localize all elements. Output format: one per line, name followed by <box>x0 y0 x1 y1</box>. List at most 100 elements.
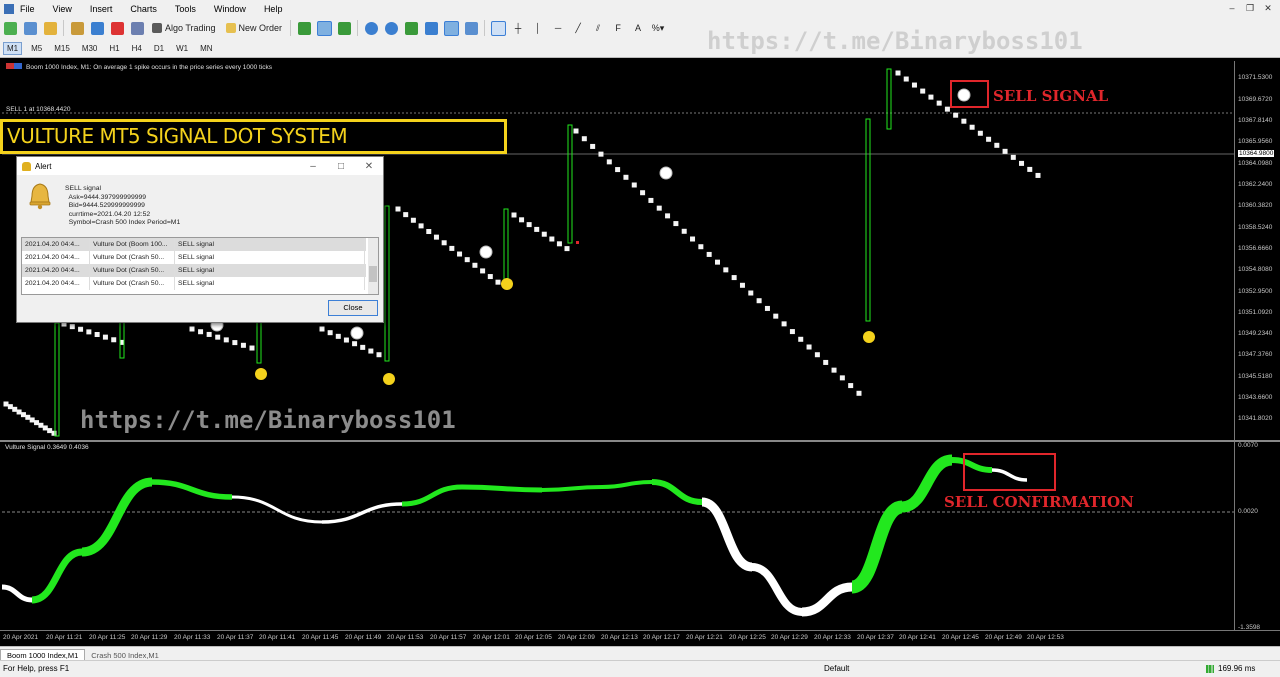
chart-shift-icon[interactable] <box>443 20 459 36</box>
crosshair-icon[interactable]: ┼ <box>510 20 526 36</box>
list-item[interactable]: 2021.04.20 04:4... Vulture Dot (Boom 100… <box>22 238 366 251</box>
alert-list[interactable]: 2021.04.20 04:4... Vulture Dot (Boom 100… <box>21 237 379 295</box>
vertical-line-icon[interactable]: │ <box>530 20 546 36</box>
indicator-ribbon <box>651 479 703 505</box>
menu-view[interactable]: View <box>53 4 72 14</box>
minimize-icon[interactable]: – <box>299 161 327 172</box>
close-window-icon[interactable]: ✕ <box>1262 2 1274 14</box>
fibonacci-icon[interactable]: F <box>610 20 626 36</box>
timeframe-m1[interactable]: M1 <box>3 41 23 55</box>
menu-window[interactable]: Window <box>214 4 246 14</box>
price-label: 10351.0920 <box>1238 309 1273 316</box>
zoom-in-icon[interactable] <box>363 20 379 36</box>
timeframe-m15[interactable]: M15 <box>51 43 73 54</box>
alert-dialog[interactable]: Alert – □ ✕ SELL signal Ask=9444.3979999… <box>16 156 384 323</box>
price-dot <box>7 404 13 410</box>
time-label: 20 Apr 12:53 <box>1027 634 1064 641</box>
price-dot <box>856 390 862 396</box>
price-dot <box>480 268 486 274</box>
status-profile: Default <box>824 664 850 673</box>
trendline-icon[interactable]: ╱ <box>570 20 586 36</box>
terminal-icon[interactable] <box>109 20 125 36</box>
cursor-icon[interactable] <box>490 20 506 36</box>
price-dot <box>698 244 704 250</box>
timeframe-m5[interactable]: M5 <box>28 43 45 54</box>
price-dot <box>240 342 246 348</box>
bar-chart-icon[interactable] <box>296 20 312 36</box>
price-dot <box>928 94 934 100</box>
price-dot <box>681 228 687 234</box>
autoscroll-icon[interactable] <box>423 20 439 36</box>
close-icon[interactable]: ✕ <box>355 161 383 172</box>
price-dot <box>86 329 92 335</box>
navigator-icon[interactable] <box>89 20 105 36</box>
close-button[interactable]: Close <box>328 300 378 316</box>
timeframe-m30[interactable]: M30 <box>79 43 101 54</box>
list-scrollbar[interactable] <box>368 238 378 294</box>
minimize-icon[interactable]: – <box>1226 2 1238 14</box>
list-item[interactable]: 2021.04.20 04:4... Vulture Dot (Crash 50… <box>22 277 366 290</box>
indicator-label: 0.0070 <box>1238 442 1258 449</box>
market-watch-icon[interactable] <box>42 20 58 36</box>
channel-icon[interactable]: ⫽ <box>590 20 606 36</box>
restore-icon[interactable]: ❐ <box>1244 2 1256 14</box>
shapes-icon[interactable]: % ▾ <box>650 20 666 36</box>
menu-insert[interactable]: Insert <box>90 4 113 14</box>
price-dot <box>706 251 712 257</box>
strategy-icon[interactable] <box>69 20 85 36</box>
indicators-icon[interactable] <box>463 20 479 36</box>
timeframe-h1[interactable]: H1 <box>106 43 122 54</box>
alert-time: 2021.04.20 04:4... <box>22 251 90 264</box>
alert-text: SELL signal <box>175 238 365 251</box>
timeframe-w1[interactable]: W1 <box>173 43 191 54</box>
price-dot <box>1027 166 1033 172</box>
time-axis[interactable]: 20 Apr 2021 20 Apr 11:21 20 Apr 11:25 20… <box>0 630 1280 647</box>
spike-candle <box>567 124 573 244</box>
alert-titlebar[interactable]: Alert – □ ✕ <box>17 157 383 175</box>
price-dot <box>368 348 374 354</box>
time-label: 20 Apr 11:21 <box>46 634 83 641</box>
price-dot <box>34 420 40 426</box>
indicator-ribbon <box>751 563 803 616</box>
profiles-icon[interactable] <box>22 20 38 36</box>
list-item[interactable]: 2021.04.20 04:4... Vulture Dot (Crash 50… <box>22 251 366 264</box>
horizontal-line-icon[interactable]: ─ <box>550 20 566 36</box>
price-label: 10371.5300 <box>1238 74 1273 81</box>
price-dot <box>911 82 917 88</box>
price-dot <box>598 151 604 157</box>
menu-help[interactable]: Help <box>264 4 283 14</box>
menu-file[interactable]: File <box>20 4 35 14</box>
spike-candle <box>384 205 390 362</box>
zoom-out-icon[interactable] <box>383 20 399 36</box>
text-icon[interactable]: A <box>630 20 646 36</box>
timeframe-mn[interactable]: MN <box>197 43 215 54</box>
tile-windows-icon[interactable] <box>403 20 419 36</box>
price-dot <box>3 401 9 407</box>
alert-source: Vulture Dot (Boom 100... <box>90 238 175 251</box>
menu-charts[interactable]: Charts <box>130 4 157 14</box>
timeframe-d1[interactable]: D1 <box>151 43 167 54</box>
price-dot <box>640 190 646 196</box>
price-dot <box>198 329 204 335</box>
new-chart-icon[interactable] <box>2 20 18 36</box>
price-dot <box>806 344 812 350</box>
price-dot <box>102 334 108 340</box>
algo-trading-button[interactable]: Algo Trading <box>149 20 219 36</box>
indicator-ribbon <box>541 485 603 492</box>
maximize-icon[interactable]: □ <box>327 161 355 172</box>
list-item[interactable]: 2021.04.20 04:4... Vulture Dot (Crash 50… <box>22 264 366 277</box>
line-chart-icon[interactable] <box>336 20 352 36</box>
signals-icon[interactable] <box>129 20 145 36</box>
time-label: 20 Apr 12:29 <box>771 634 808 641</box>
time-label: 20 Apr 12:17 <box>643 634 680 641</box>
price-dot <box>606 159 612 165</box>
price-axis[interactable]: 10371.5300 10369.6720 10367.8140 10365.9… <box>1234 61 1280 440</box>
new-order-button[interactable]: New Order <box>223 20 286 36</box>
watermark-top: https://t.me/Binaryboss101 <box>707 27 1083 55</box>
indicator-axis[interactable]: 0.0070 0.0020 -1.3598 <box>1234 442 1280 631</box>
menu-tools[interactable]: Tools <box>175 4 196 14</box>
time-label: 20 Apr 12:05 <box>515 634 552 641</box>
candlestick-icon[interactable] <box>316 20 332 36</box>
price-dot <box>47 428 53 434</box>
timeframe-h4[interactable]: H4 <box>129 43 145 54</box>
